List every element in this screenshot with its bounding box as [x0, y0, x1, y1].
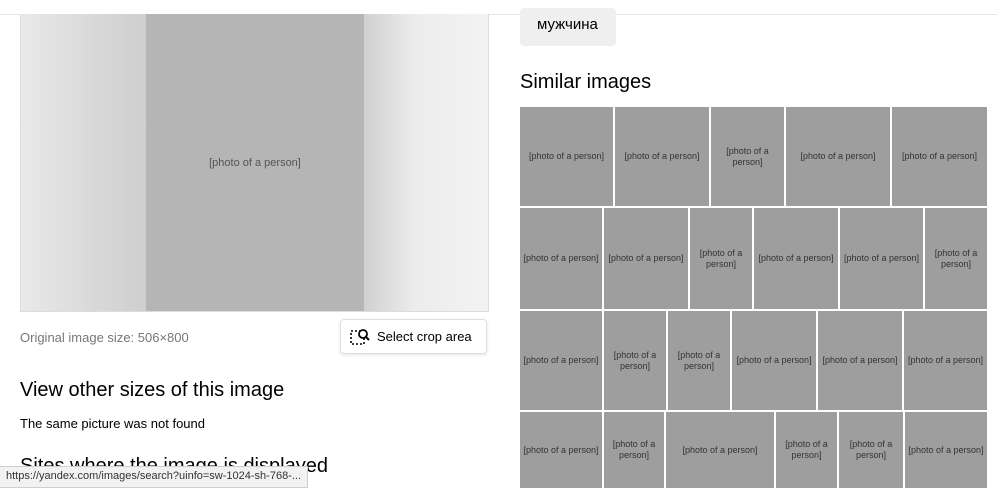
- similar-thumb-label: [photo of a person]: [849, 439, 893, 460]
- tag-button[interactable]: мужчина: [520, 8, 616, 46]
- similar-thumb[interactable]: [photo of a person]: [776, 412, 837, 488]
- similar-thumb[interactable]: [photo of a person]: [754, 208, 838, 309]
- similar-images-heading: Similar images: [520, 71, 652, 93]
- similar-thumb[interactable]: [photo of a person]: [839, 412, 903, 488]
- similar-thumb[interactable]: [photo of a person]: [786, 107, 890, 206]
- similar-thumb[interactable]: [photo of a person]: [818, 311, 902, 410]
- similar-thumb[interactable]: [photo of a person]: [520, 412, 602, 488]
- similar-thumb[interactable]: [photo of a person]: [905, 412, 987, 488]
- similar-thumb-label: [photo of a person]: [908, 444, 984, 455]
- image-preview[interactable]: [photo of a person]: [20, 14, 489, 312]
- similar-thumb[interactable]: [photo of a person]: [666, 412, 774, 488]
- other-sizes-heading: View other sizes of this image: [20, 379, 285, 401]
- similar-thumb-label: [photo of a person]: [934, 247, 978, 269]
- similar-thumb[interactable]: [photo of a person]: [604, 412, 664, 488]
- select-crop-area-button[interactable]: Select crop area: [340, 319, 487, 354]
- similar-thumb-label: [photo of a person]: [822, 355, 898, 365]
- similar-thumb[interactable]: [photo of a person]: [925, 208, 987, 309]
- similar-thumb-label: [photo of a person]: [612, 439, 656, 460]
- similar-thumb-label: [photo of a person]: [682, 444, 758, 455]
- similar-thumb[interactable]: [photo of a person]: [840, 208, 923, 309]
- crop-search-icon: [350, 328, 370, 345]
- preview-photo-placeholder: [photo of a person]: [146, 14, 364, 311]
- original-size-text: Original image size: 506×800: [20, 330, 189, 345]
- similar-thumb[interactable]: [photo of a person]: [892, 107, 987, 206]
- similar-thumb[interactable]: [photo of a person]: [520, 107, 613, 206]
- similar-thumb-label: [photo of a person]: [528, 151, 605, 161]
- similar-thumb[interactable]: [photo of a person]: [711, 107, 784, 206]
- preview-blur-right: [364, 14, 488, 311]
- similar-thumb-label: [photo of a person]: [523, 355, 599, 365]
- similar-thumb-label: [photo of a person]: [726, 145, 769, 167]
- similar-thumb-label: [photo of a person]: [901, 151, 978, 161]
- similar-thumb[interactable]: [photo of a person]: [732, 311, 816, 410]
- similar-thumb-label: [photo of a person]: [677, 349, 721, 371]
- page-bottom-edge: [0, 488, 997, 494]
- similar-thumb[interactable]: [photo of a person]: [904, 311, 987, 410]
- similar-thumb[interactable]: [photo of a person]: [604, 311, 666, 410]
- similar-thumb-label: [photo of a person]: [736, 355, 812, 365]
- similar-thumb[interactable]: [photo of a person]: [615, 107, 709, 206]
- similar-thumb-label: [photo of a person]: [624, 151, 700, 161]
- preview-photo-label: [photo of a person]: [209, 156, 301, 169]
- similar-thumb-label: [photo of a person]: [907, 355, 984, 365]
- top-bar: [0, 0, 997, 15]
- similar-thumb-label: [photo of a person]: [613, 349, 657, 371]
- similar-thumb-label: [photo of a person]: [800, 151, 876, 161]
- similar-thumb-label: [photo of a person]: [785, 439, 828, 460]
- not-found-text: The same picture was not found: [20, 416, 205, 431]
- preview-blur-left: [21, 14, 146, 311]
- similar-thumb[interactable]: [photo of a person]: [520, 311, 602, 410]
- similar-thumb-label: [photo of a person]: [523, 444, 599, 455]
- similar-thumb-label: [photo of a person]: [608, 253, 684, 263]
- similar-thumb-label: [photo of a person]: [523, 253, 599, 263]
- similar-thumb[interactable]: [photo of a person]: [604, 208, 688, 309]
- similar-thumb-label: [photo of a person]: [699, 247, 743, 269]
- select-crop-area-label: Select crop area: [377, 329, 472, 344]
- similar-thumb-label: [photo of a person]: [758, 253, 834, 263]
- similar-thumb-label: [photo of a person]: [843, 253, 920, 263]
- similar-thumb[interactable]: [photo of a person]: [520, 208, 602, 309]
- similar-thumb[interactable]: [photo of a person]: [668, 311, 730, 410]
- similar-thumb[interactable]: [photo of a person]: [690, 208, 752, 309]
- status-bar-url: https://yandex.com/images/search?uinfo=s…: [0, 466, 309, 488]
